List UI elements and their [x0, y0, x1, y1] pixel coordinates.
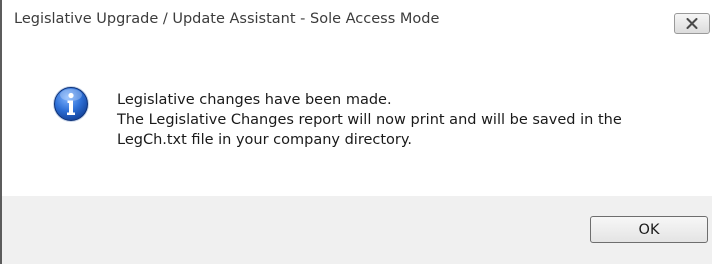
close-button[interactable] — [674, 13, 710, 34]
close-icon — [686, 18, 698, 29]
info-icon — [53, 86, 89, 122]
dialog-content: Legislative changes have been made. The … — [2, 41, 712, 196]
title-bar[interactable]: Legislative Upgrade / Update Assistant -… — [2, 0, 712, 41]
message-text: Legislative changes have been made. The … — [117, 90, 697, 150]
window-title: Legislative Upgrade / Update Assistant -… — [14, 11, 440, 27]
message-line: The Legislative Changes report will now … — [117, 112, 622, 128]
ok-button[interactable]: OK — [590, 216, 708, 243]
message-line: Legislative changes have been made. — [117, 92, 392, 108]
dialog-window: Legislative Upgrade / Update Assistant -… — [0, 0, 712, 264]
message-line: LegCh.txt file in your company directory… — [117, 132, 413, 148]
button-bar: OK — [2, 196, 712, 264]
